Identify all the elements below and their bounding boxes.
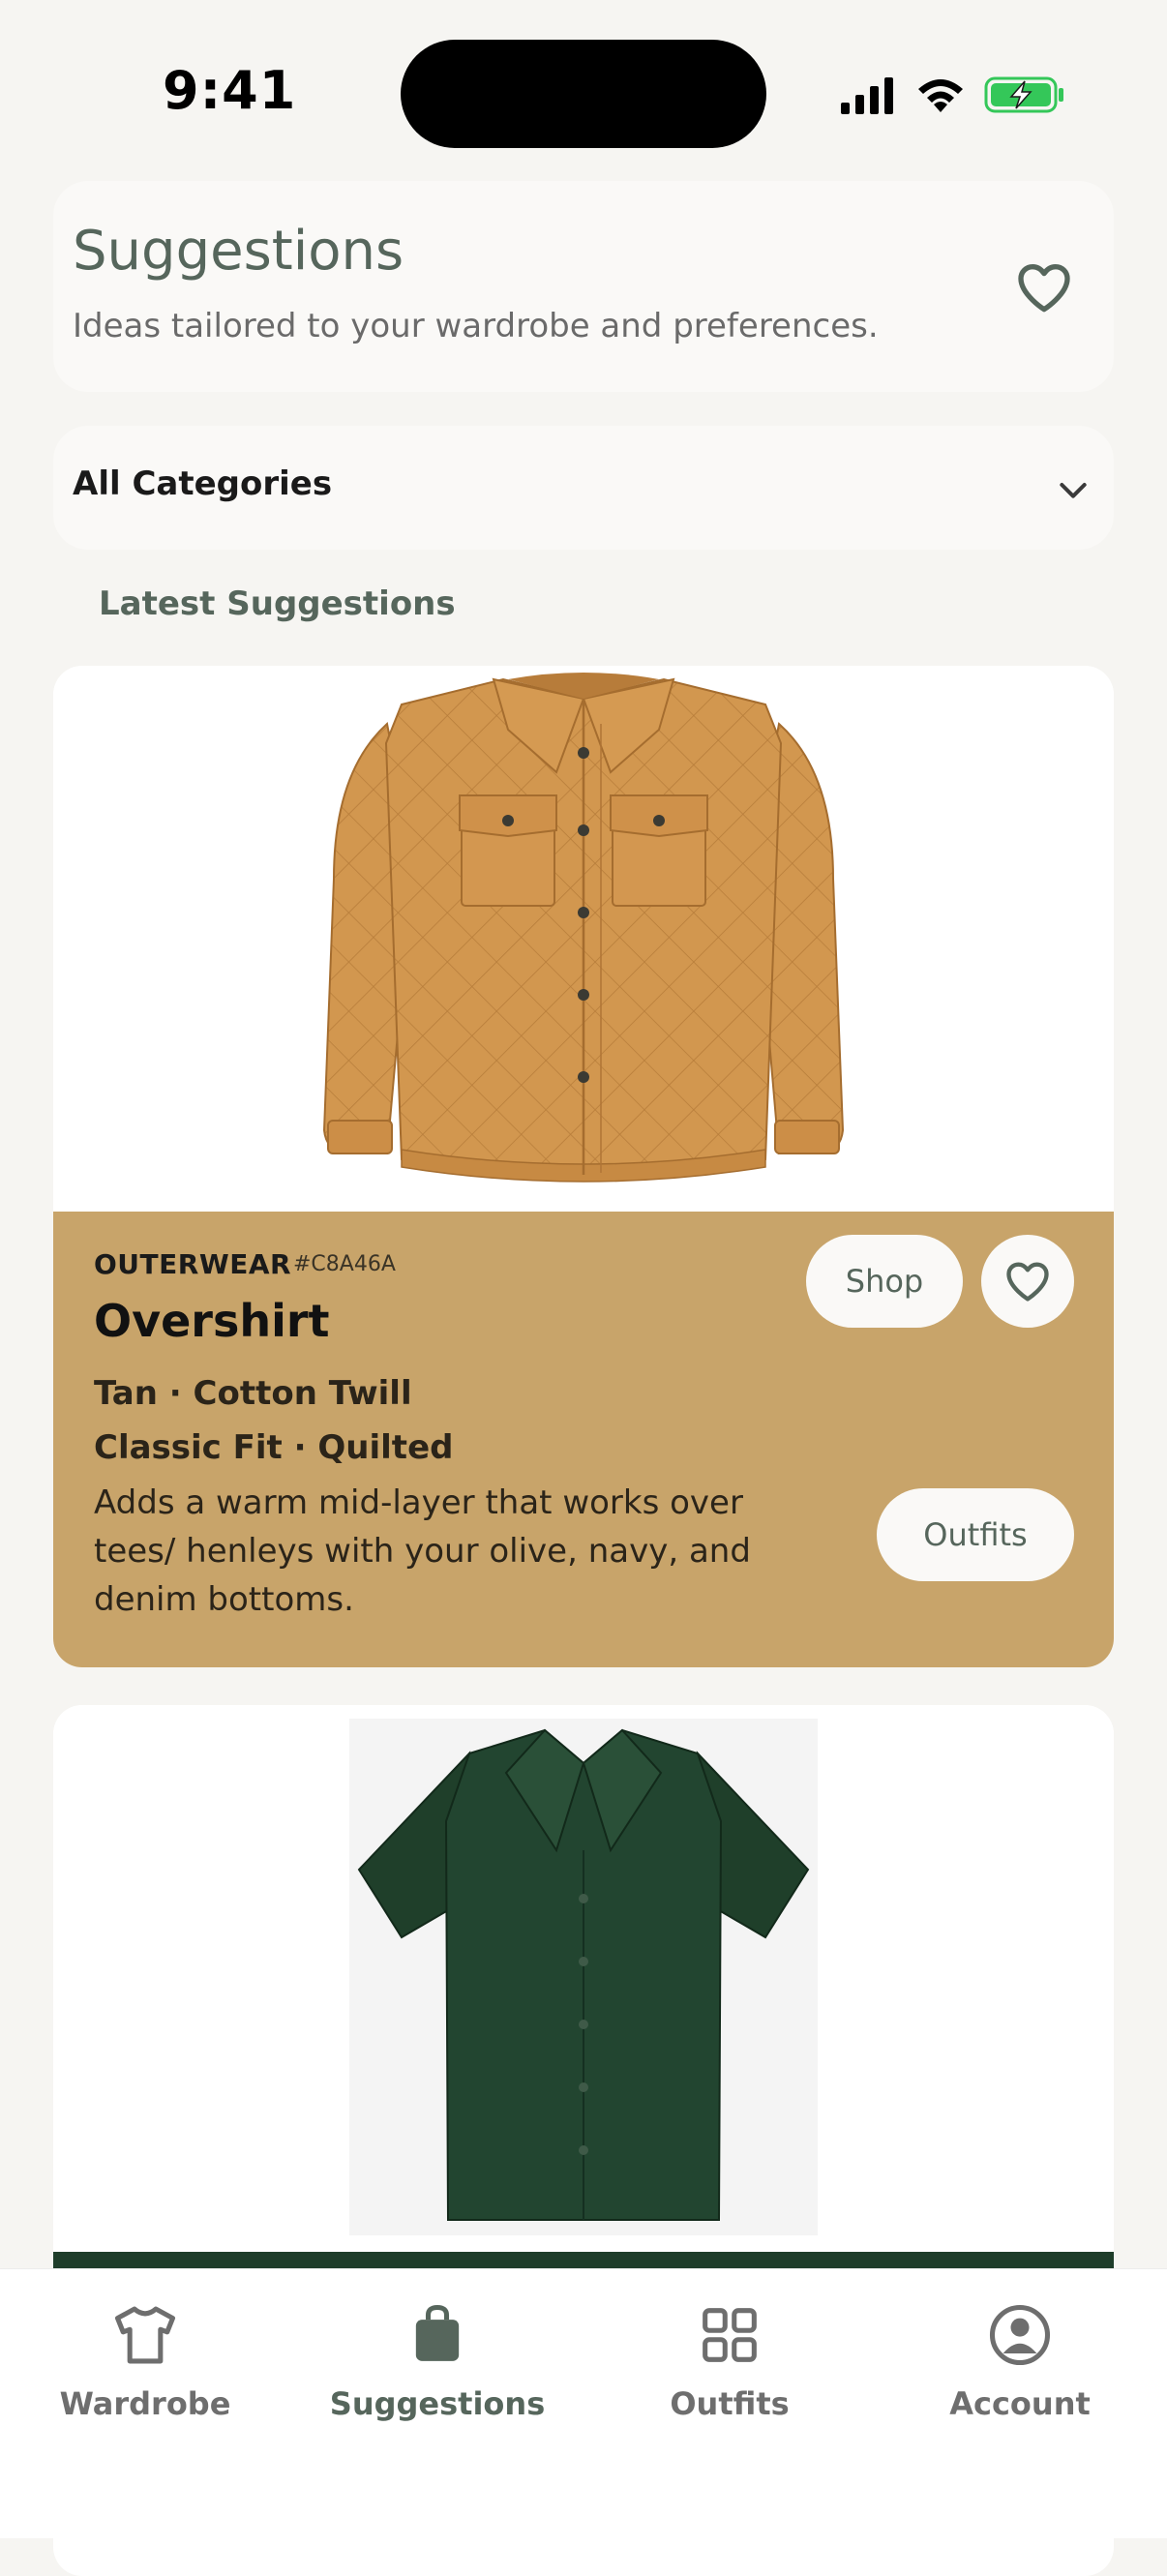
shop-button[interactable]: Shop bbox=[806, 1235, 963, 1328]
status-time: 9:41 bbox=[163, 60, 297, 121]
status-bar: 9:41 bbox=[0, 0, 1167, 174]
item-name: Overshirt bbox=[94, 1295, 330, 1347]
tan-quilted-overshirt-image bbox=[53, 666, 1114, 1212]
dark-green-camp-collar-shirt-image bbox=[53, 1705, 1114, 2266]
item-attributes: Tan · Cotton Twill Classic Fit · Quilted bbox=[94, 1366, 453, 1475]
heart-outline-icon bbox=[1006, 1262, 1049, 1302]
tshirt-icon bbox=[114, 2306, 176, 2364]
outfits-button[interactable]: Outfits bbox=[877, 1488, 1074, 1581]
chevron-down-icon bbox=[1060, 483, 1087, 498]
category-select-value: All Categories bbox=[73, 464, 333, 503]
wifi-icon bbox=[918, 79, 963, 112]
tab-label: Account bbox=[949, 2385, 1091, 2422]
tab-bar: Wardrobe Suggestions Outfits Account bbox=[0, 2268, 1167, 2538]
signal-icon bbox=[841, 77, 893, 114]
item-description: Adds a warm mid-layer that works over te… bbox=[94, 1483, 751, 1619]
item-category: OUTERWEAR bbox=[94, 1248, 292, 1280]
dynamic-island bbox=[401, 40, 766, 148]
tab-label: Wardrobe bbox=[59, 2385, 231, 2422]
header-card: Suggestions Ideas tailored to your wardr… bbox=[53, 181, 1114, 392]
status-icons bbox=[839, 68, 1065, 122]
suggestion-info: OUTERWEAR #C8A46A Overshirt Tan · Cotton… bbox=[53, 1212, 1114, 1667]
category-select[interactable]: All Categories bbox=[53, 426, 1114, 550]
page-subtitle: Ideas tailored to your wardrobe and pref… bbox=[73, 307, 879, 345]
tab-label: Suggestions bbox=[329, 2385, 546, 2422]
battery-charging-icon bbox=[984, 76, 1063, 113]
page-title: Suggestions bbox=[73, 220, 404, 283]
tab-suggestions[interactable]: Suggestions bbox=[321, 2298, 554, 2422]
user-circle-icon bbox=[989, 2304, 1051, 2366]
section-title: Latest Suggestions bbox=[99, 584, 456, 623]
favorite-button[interactable] bbox=[981, 1235, 1074, 1328]
item-fit-style: Classic Fit · Quilted bbox=[94, 1428, 454, 1467]
suggestion-card[interactable]: OUTERWEAR #C8A46A Overshirt Tan · Cotton… bbox=[53, 666, 1114, 1667]
heart-outline-icon[interactable] bbox=[1013, 256, 1075, 318]
item-color-material: Tan · Cotton Twill bbox=[94, 1374, 412, 1413]
tab-wardrobe[interactable]: Wardrobe bbox=[29, 2298, 261, 2422]
tab-label: Outfits bbox=[670, 2385, 790, 2422]
tab-outfits[interactable]: Outfits bbox=[613, 2298, 846, 2422]
grid-icon bbox=[703, 2308, 757, 2362]
tab-account[interactable]: Account bbox=[904, 2298, 1136, 2422]
shopping-bag-icon bbox=[415, 2304, 460, 2361]
item-hex-code: #C8A46A bbox=[293, 1252, 396, 1276]
